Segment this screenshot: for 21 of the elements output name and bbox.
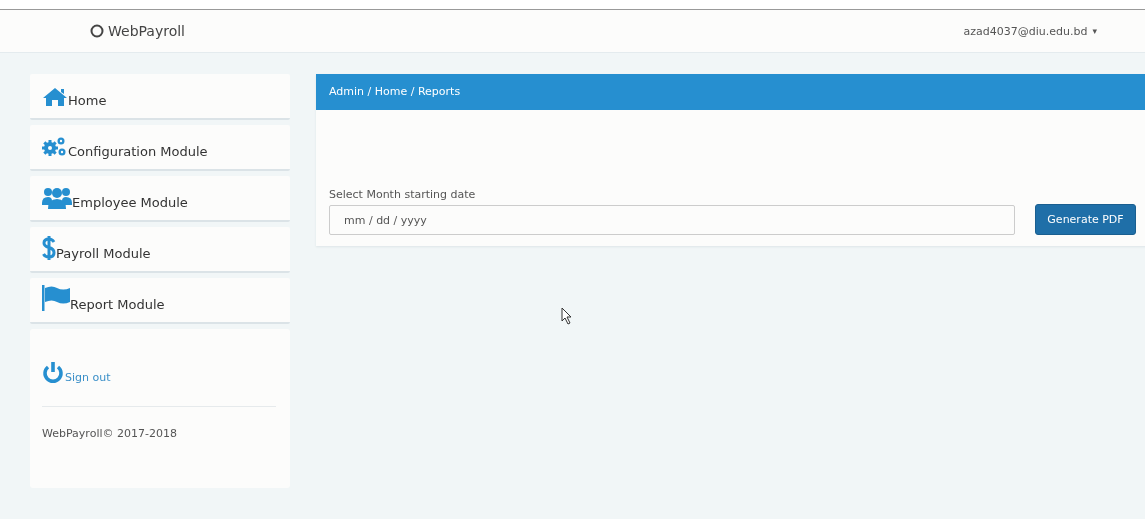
mouse-pointer-icon	[561, 307, 573, 325]
sidebar-item[interactable]: Employee Module	[30, 176, 290, 222]
circle-icon	[90, 24, 104, 38]
gears-icon	[42, 136, 68, 158]
generate-pdf-button[interactable]: Generate PDF	[1035, 204, 1136, 235]
flag-icon	[42, 285, 70, 311]
sidebar-item[interactable]: Payroll Module	[30, 227, 290, 273]
power-icon	[42, 362, 64, 384]
date-field[interactable]: mm / dd / yyyy	[329, 205, 1015, 235]
home-icon	[42, 87, 68, 107]
user-menu[interactable]: azad4037@diu.edu.bd ▾	[963, 24, 1097, 38]
sign-out-link[interactable]: Sign out	[42, 362, 278, 384]
sidebar-item[interactable]: Home	[30, 74, 290, 120]
sidebar-item[interactable]: Configuration Module	[30, 125, 290, 171]
breadcrumb: Admin / Home / Reports	[316, 74, 1145, 110]
field-label: Select Month starting date	[329, 188, 477, 201]
sidebar-item[interactable]: Report Module	[30, 278, 290, 324]
dollar-icon	[42, 236, 56, 260]
users-icon	[42, 187, 72, 209]
copyright-text: WebPayroll© 2017-2018	[42, 427, 178, 440]
brand-name[interactable]: WebPayroll	[108, 23, 185, 39]
